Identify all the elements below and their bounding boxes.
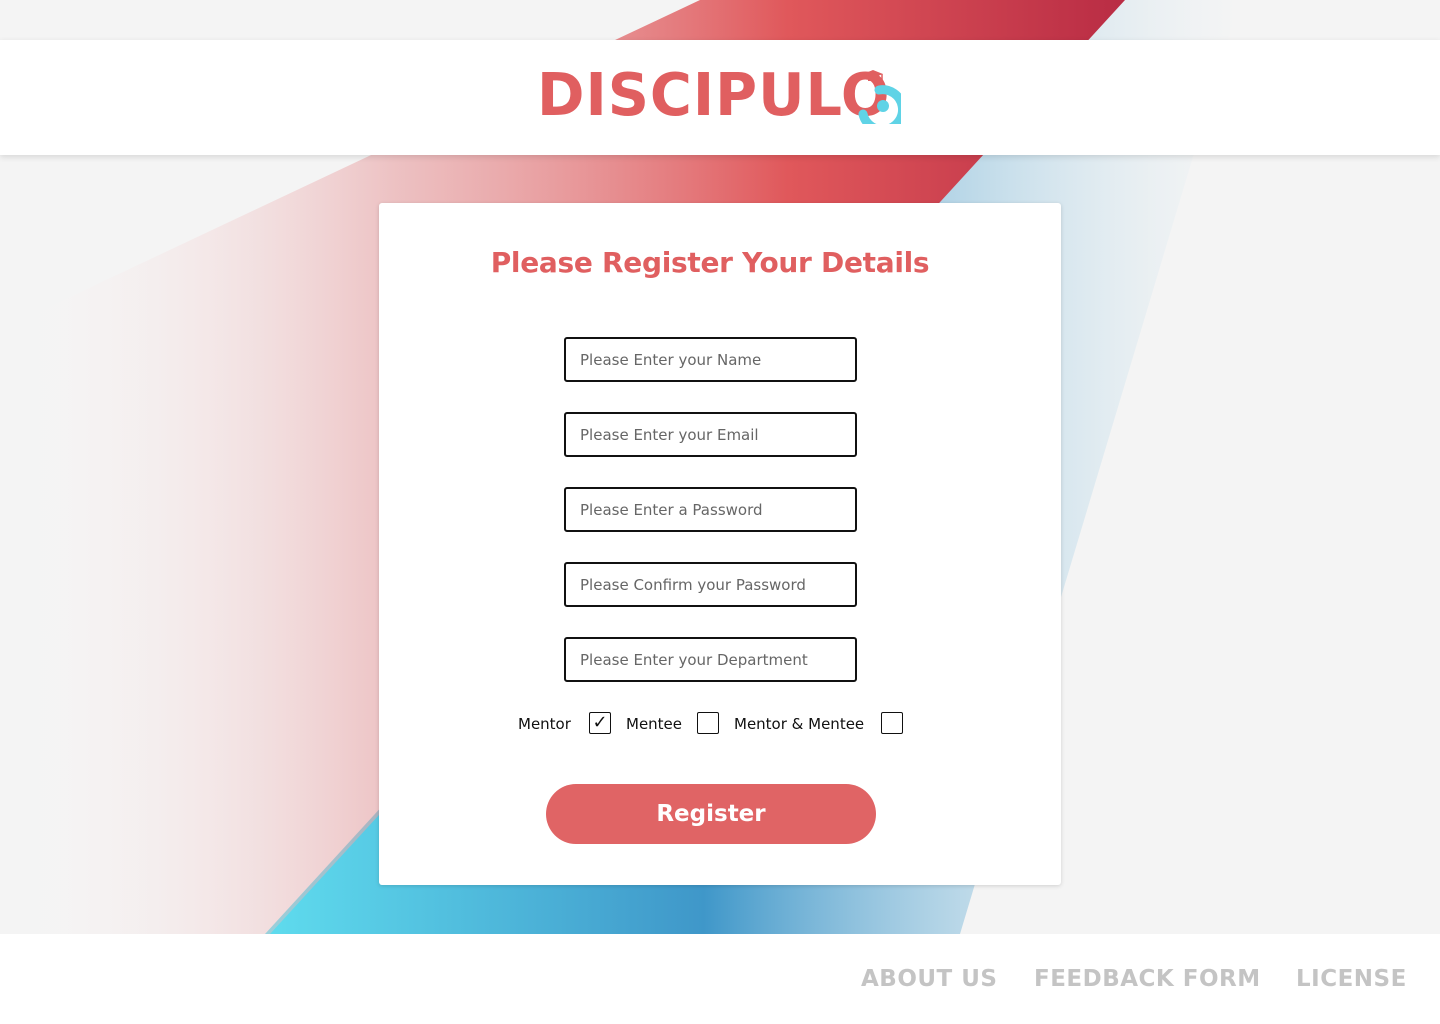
footer: ABOUT US FEEDBACK FORM LICENSE	[0, 934, 1440, 1024]
department-field[interactable]	[564, 637, 857, 682]
role-label-mentee: Mentee	[626, 715, 683, 733]
footer-link-license[interactable]: LICENSE	[1296, 966, 1407, 992]
confirm-password-field[interactable]	[564, 562, 857, 607]
mentor-checkbox[interactable]: ✓	[589, 712, 611, 734]
name-field[interactable]	[564, 337, 857, 382]
role-label-mentor-and-mentee: Mentor & Mentee	[734, 715, 865, 733]
mentee-checkbox[interactable]	[697, 712, 719, 734]
password-field[interactable]	[564, 487, 857, 532]
email-field[interactable]	[564, 412, 857, 457]
checkmark-icon: ✓	[592, 712, 608, 733]
form-title: Please Register Your Details	[490, 246, 930, 279]
footer-link-about-us[interactable]: ABOUT US	[861, 966, 998, 992]
role-selector: Mentor ✓ Mentee Mentor & Mentee	[0, 712, 1440, 736]
brand-name: DISCIPULO	[537, 60, 891, 129]
footer-link-feedback-form[interactable]: FEEDBACK FORM	[1034, 966, 1261, 992]
register-button[interactable]: Register	[546, 784, 876, 844]
logo[interactable]: DISCIPULO	[537, 65, 907, 125]
graduation-cap-icon	[858, 70, 901, 124]
mentor-and-mentee-checkbox[interactable]	[881, 712, 903, 734]
registration-card	[379, 203, 1061, 885]
role-label-mentor: Mentor	[518, 715, 571, 733]
